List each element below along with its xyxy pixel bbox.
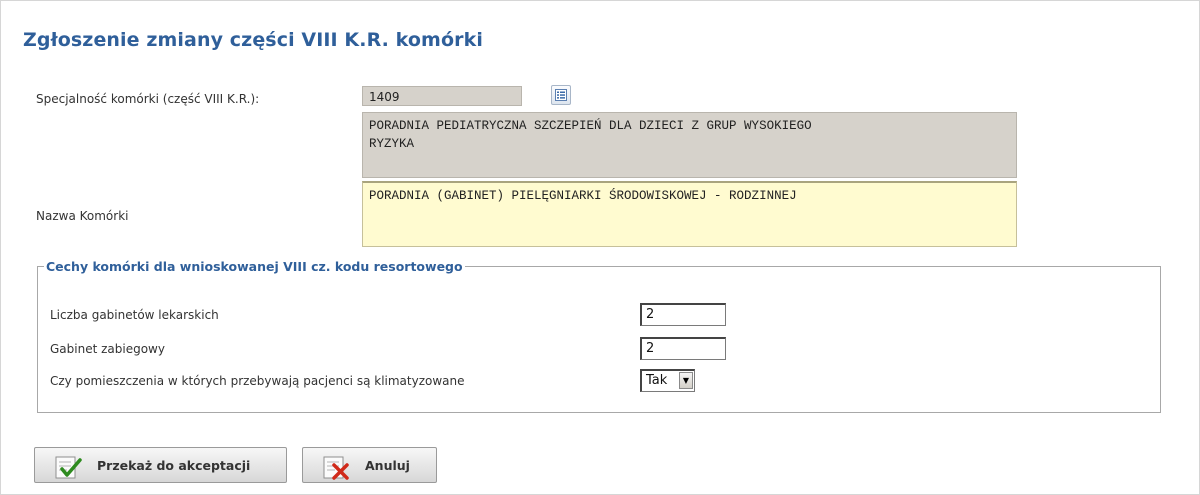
feature-label-air-conditioning: Czy pomieszczenia w których przebywają p… [50,374,465,388]
features-legend: Cechy komórki dla wnioskowanej VIII cz. … [46,259,463,274]
feature-label-doctor-rooms: Liczba gabinetów lekarskich [50,308,219,322]
checkmark-document-icon [55,456,82,479]
specialty-code-field: 1409 [362,86,522,106]
feature-label-treatment-room: Gabinet zabiegowy [50,342,165,356]
cell-name-label: Nazwa Komórki [36,209,129,223]
submit-for-acceptance-button[interactable]: Przekaż do akceptacji [34,447,287,483]
chevron-down-icon[interactable]: ▼ [679,372,693,389]
list-icon [555,89,567,101]
page-title: Zgłoszenie zmiany części VIII K.R. komór… [23,29,483,51]
air-conditioning-selected-value: Tak [646,373,668,388]
submit-button-label: Przekaż do akceptacji [97,458,251,473]
treatment-room-input[interactable]: 2 [640,337,726,360]
cross-document-icon [323,456,349,480]
specialty-description: PORADNIA PEDIATRYCZNA SZCZEPIEŃ DLA DZIE… [362,112,1017,178]
cancel-button[interactable]: Anuluj [302,447,437,483]
cancel-button-label: Anuluj [365,458,410,473]
form-panel: Zgłoszenie zmiany części VIII K.R. komór… [0,0,1200,495]
air-conditioning-select[interactable]: Tak ▼ [640,369,695,392]
cell-name-textarea[interactable]: PORADNIA (GABINET) PIELĘGNIARKI ŚRODOWIS… [362,181,1017,247]
doctor-rooms-input[interactable]: 2 [640,303,726,326]
features-fieldset: Cechy komórki dla wnioskowanej VIII cz. … [37,259,1161,413]
specialty-label: Specjalność komórki (część VIII K.R.): [36,92,260,106]
specialty-list-button[interactable] [551,85,571,105]
